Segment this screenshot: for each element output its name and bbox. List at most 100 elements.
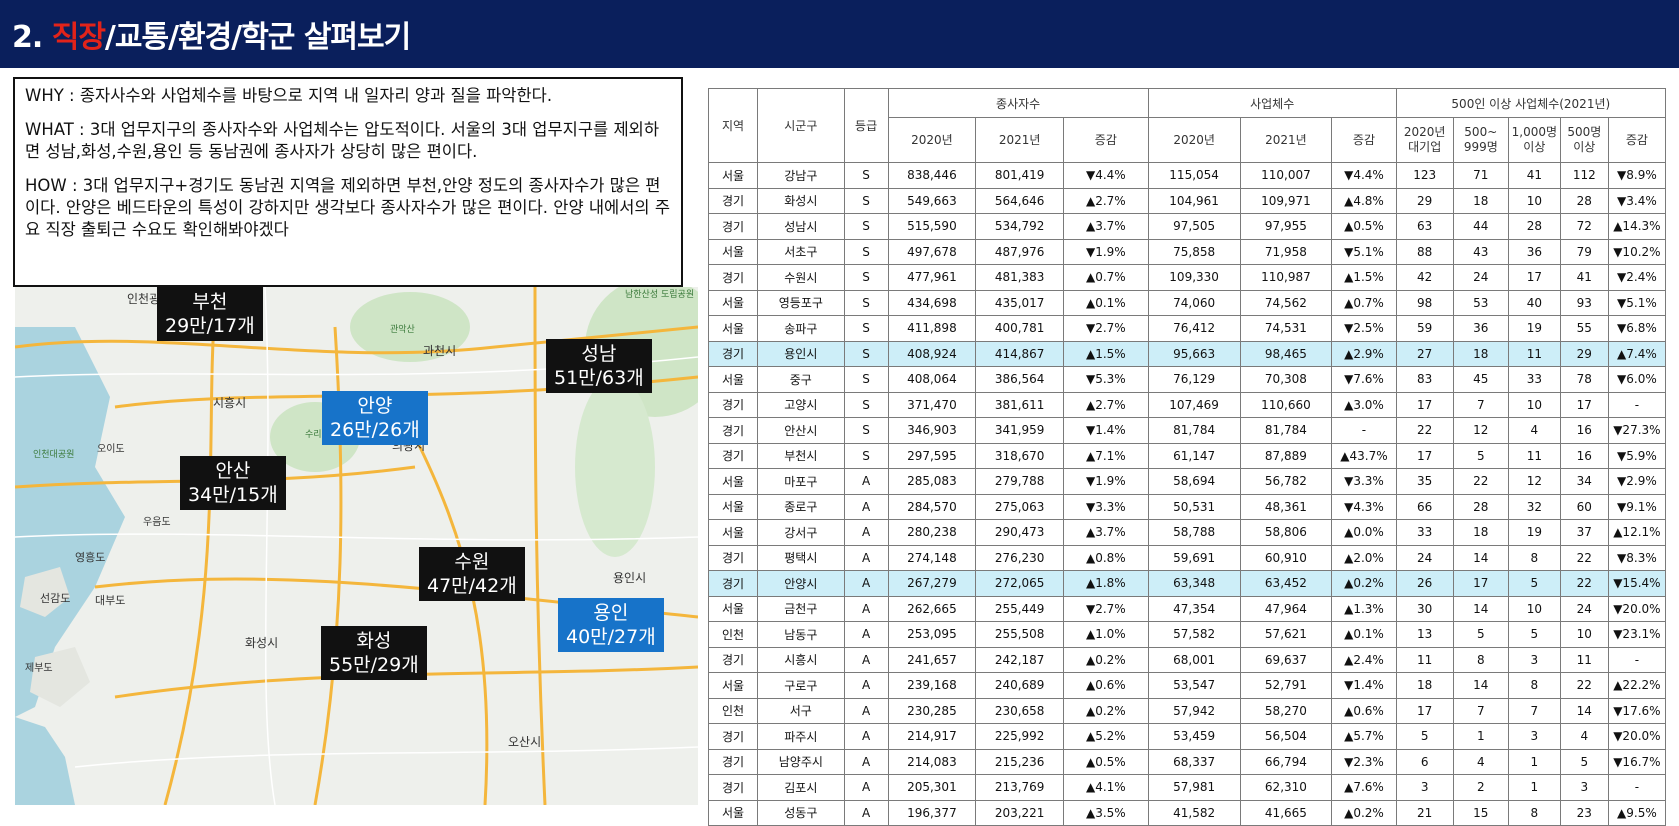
header-district: 시군구 xyxy=(756,88,845,163)
table-cell: S xyxy=(843,264,889,291)
table-cell: 강서구 xyxy=(756,519,845,546)
table-cell: - xyxy=(1607,646,1667,673)
table-cell: 33 xyxy=(1395,519,1454,546)
table-cell: 72 xyxy=(1559,213,1609,240)
table-row: 서울 금천구 A 262,665 255,449 ▼2.7% 47,354 47,964 ▲1.… xyxy=(708,595,1667,622)
table-cell: 318,670 xyxy=(975,442,1064,469)
table-cell: 83 xyxy=(1395,366,1454,393)
table-cell: 4 xyxy=(1452,748,1509,775)
table-cell: 205,301 xyxy=(887,774,977,801)
how-note: HOW : 3대 업무지구+경기도 동남권 지역을 제외하면 부천,안양 정도의… xyxy=(25,176,671,239)
table-cell: 32 xyxy=(1507,493,1561,520)
table-cell: ▼17.6% xyxy=(1607,697,1667,724)
table-cell: 경기 xyxy=(708,748,758,775)
table-cell: 98 xyxy=(1395,289,1454,316)
table-cell: 12 xyxy=(1452,417,1509,444)
table-cell: 47,354 xyxy=(1147,595,1241,622)
table-cell: 17 xyxy=(1395,391,1454,418)
table-cell: 4 xyxy=(1559,723,1609,750)
table-cell: ▼1.4% xyxy=(1331,672,1397,699)
table-cell: ▼7.6% xyxy=(1331,366,1397,393)
table-cell: ▲2.9% xyxy=(1331,340,1397,367)
table-cell: 11 xyxy=(1507,442,1561,469)
table-cell: 61,147 xyxy=(1147,442,1241,469)
table-cell: 서울 xyxy=(708,238,758,265)
table-cell: 성동구 xyxy=(756,799,845,826)
table-cell: 242,187 xyxy=(975,646,1064,673)
table-cell: ▼1.4% xyxy=(1063,417,1149,444)
table-cell: 203,221 xyxy=(975,799,1064,826)
table-cell: 241,657 xyxy=(887,646,977,673)
tag-name: 화성 xyxy=(356,630,392,652)
table-cell: ▲12.1% xyxy=(1607,519,1667,546)
table-cell: ▼8.9% xyxy=(1607,162,1667,189)
what-note: WHAT : 3대 업무지구의 종사자수와 사업체수는 압도적이다. 서울의 3… xyxy=(25,120,659,161)
table-cell: 55 xyxy=(1559,315,1609,342)
table-cell: ▼5.3% xyxy=(1063,366,1149,393)
table-cell: 40 xyxy=(1507,289,1561,316)
table-cell: - xyxy=(1331,417,1397,444)
table-cell: 104,961 xyxy=(1147,187,1241,214)
table-cell: 화성시 xyxy=(756,187,845,214)
table-cell: 10 xyxy=(1507,391,1561,418)
table-cell: 81,784 xyxy=(1147,417,1241,444)
table-cell: 5 xyxy=(1452,621,1509,648)
table-cell: 경기 xyxy=(708,774,758,801)
sub-header-cell: 1,000명 이상 xyxy=(1507,117,1561,163)
table-cell: 28 xyxy=(1559,187,1609,214)
table-cell: 금천구 xyxy=(756,595,845,622)
table-cell: 276,230 xyxy=(975,544,1064,571)
table-cell: 경기 xyxy=(708,723,758,750)
table-cell: 240,689 xyxy=(975,672,1064,699)
table-cell: 8 xyxy=(1507,799,1561,826)
table-cell: 801,419 xyxy=(975,162,1064,189)
city-label: 우음도 xyxy=(143,517,171,528)
table-cell: 110,007 xyxy=(1239,162,1333,189)
table-cell: S xyxy=(843,340,889,367)
table-cell: ▼8.3% xyxy=(1607,544,1667,571)
table-cell: ▼2.7% xyxy=(1063,315,1149,342)
table-cell: 서울 xyxy=(708,315,758,342)
table-cell: ▼5.1% xyxy=(1331,238,1397,265)
table-cell: 16 xyxy=(1559,417,1609,444)
table-cell: ▲7.1% xyxy=(1063,442,1149,469)
table-cell: 수원시 xyxy=(756,264,845,291)
table-cell: 58,694 xyxy=(1147,468,1241,495)
table-cell: ▲5.7% xyxy=(1331,723,1397,750)
table-cell: 마포구 xyxy=(756,468,845,495)
table-row: 서울 서초구 S 497,678 487,976 ▼1.9% 75,858 71,958 ▼5.… xyxy=(708,238,1667,265)
table-row: 경기 화성시 S 549,663 564,646 ▲2.7% 104,961 109,971 ▲… xyxy=(708,187,1667,214)
tag-value: 55만/29개 xyxy=(329,654,419,676)
table-cell: ▲0.1% xyxy=(1063,289,1149,316)
table-cell: 4 xyxy=(1507,417,1561,444)
table-cell: 24 xyxy=(1395,544,1454,571)
table-cell: 68,001 xyxy=(1147,646,1241,673)
city-label: 대부도 xyxy=(95,594,126,607)
table-cell: 255,449 xyxy=(975,595,1064,622)
table-cell: 17 xyxy=(1507,264,1561,291)
table-cell: 41 xyxy=(1559,264,1609,291)
table-cell: A xyxy=(843,519,889,546)
table-cell: 경기 xyxy=(708,264,758,291)
table-cell: ▲4.1% xyxy=(1063,774,1149,801)
table-cell: 71 xyxy=(1452,162,1509,189)
header-large-businesses: 500인 이상 사업체수(2021년) xyxy=(1395,88,1667,118)
table-cell: 341,959 xyxy=(975,417,1064,444)
table-cell: ▼9.1% xyxy=(1607,493,1667,520)
table-cell: ▼16.7% xyxy=(1607,748,1667,775)
table-cell: 13 xyxy=(1395,621,1454,648)
table-cell: 97,505 xyxy=(1147,213,1241,240)
table-cell: ▲3.5% xyxy=(1063,799,1149,826)
table-cell: 56,782 xyxy=(1239,468,1333,495)
table-cell: 서울 xyxy=(708,672,758,699)
table-cell: S xyxy=(843,187,889,214)
table-cell: 서울 xyxy=(708,162,758,189)
table-cell: ▼20.0% xyxy=(1607,723,1667,750)
table-cell: 22 xyxy=(1395,417,1454,444)
table-cell: 7 xyxy=(1452,391,1509,418)
table-cell: 58,788 xyxy=(1147,519,1241,546)
table-cell: 285,083 xyxy=(887,468,977,495)
table-cell: 서울 xyxy=(708,468,758,495)
table-row: 경기 평택시 A 274,148 276,230 ▲0.8% 59,691 60,910 ▲2.… xyxy=(708,544,1667,571)
table-cell: 서구 xyxy=(756,697,845,724)
